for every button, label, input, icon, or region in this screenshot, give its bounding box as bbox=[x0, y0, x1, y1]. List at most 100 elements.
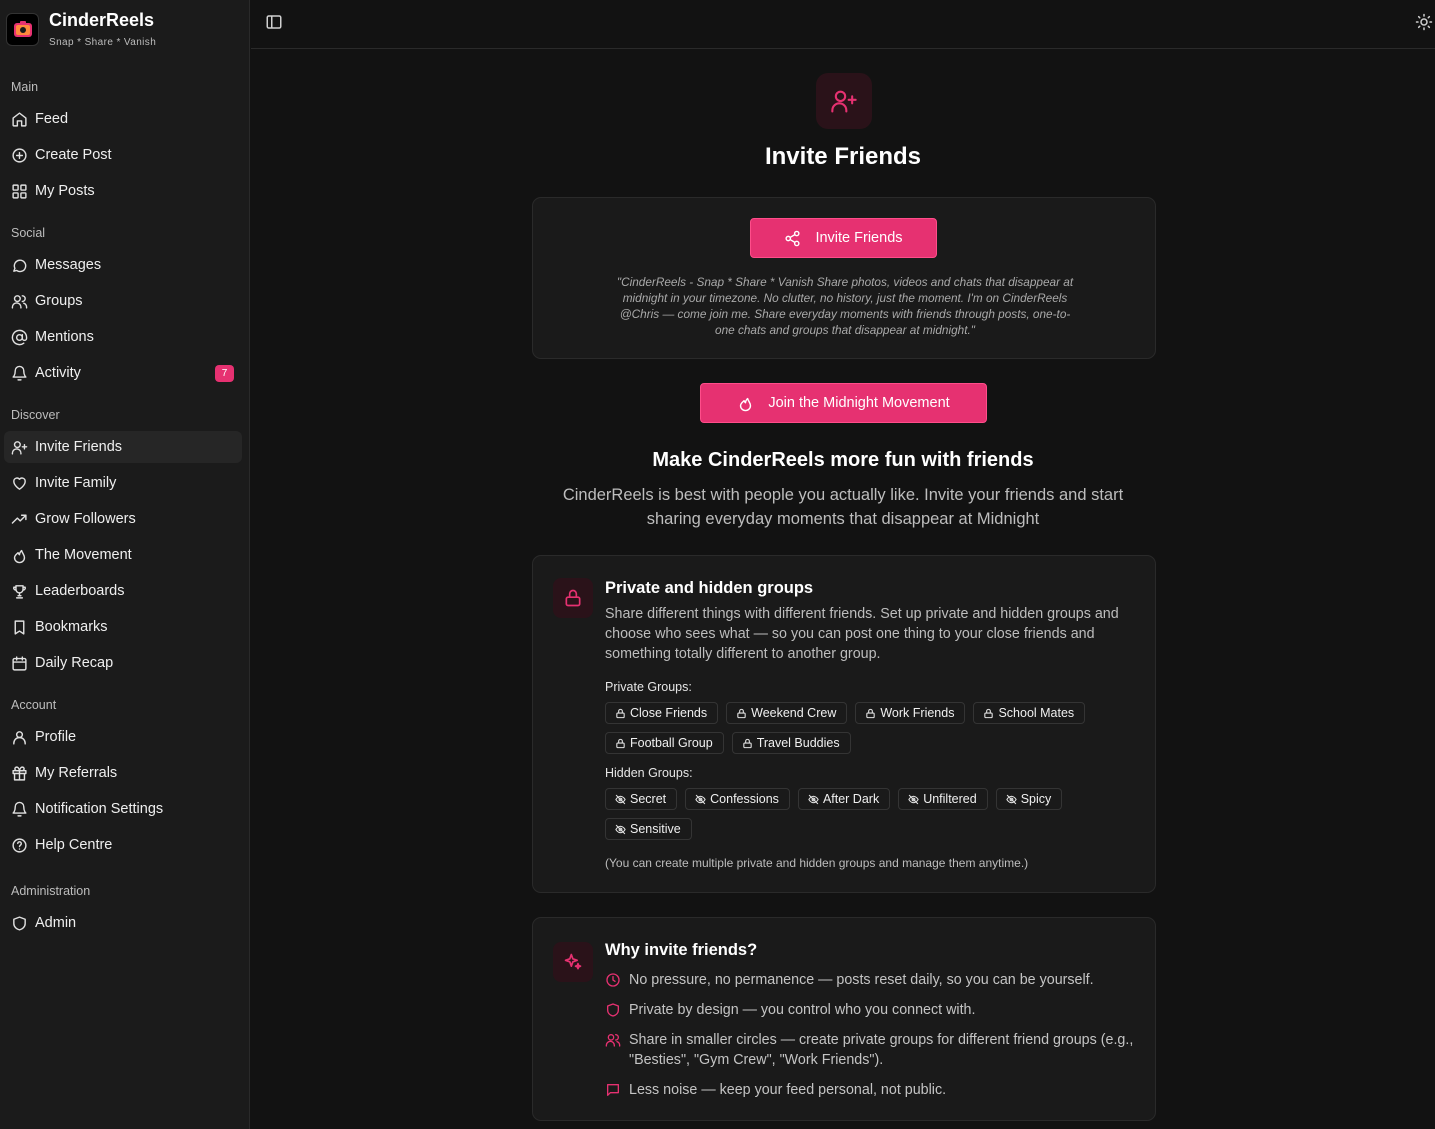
chip-label: Sensitive bbox=[630, 822, 681, 836]
private-group-chip[interactable]: Football Group bbox=[605, 732, 724, 754]
lock-icon bbox=[984, 708, 994, 718]
hidden-group-chip[interactable]: Sensitive bbox=[605, 818, 692, 840]
sidebar-item-label: The Movement bbox=[35, 547, 132, 563]
logo bbox=[6, 13, 39, 46]
private-group-chip[interactable]: Close Friends bbox=[605, 702, 719, 724]
page-title: Invite Friends bbox=[764, 143, 922, 170]
sidebar-item-the-movement[interactable]: The Movement bbox=[4, 539, 242, 571]
sidebar-item-help-centre[interactable]: Help Centre bbox=[4, 829, 242, 861]
chip-label: Weekend Crew bbox=[751, 706, 837, 720]
sidebar-item-label: Messages bbox=[35, 257, 102, 273]
invite-message: "CinderReels - Snap * Share * Vanish Sha… bbox=[616, 275, 1074, 337]
sidebar-toggle-button[interactable] bbox=[265, 13, 283, 31]
sidebar-item-label: Admin bbox=[35, 915, 77, 931]
hidden-group-chip[interactable]: Spicy bbox=[995, 788, 1063, 810]
private-group-chip[interactable]: Work Friends bbox=[855, 702, 966, 724]
sidebar-item-feed[interactable]: Feed bbox=[4, 103, 242, 135]
plus-circle-icon bbox=[12, 147, 27, 163]
sun-icon bbox=[1415, 13, 1433, 31]
main-content: Invite Friends Invite Friends "CinderRee… bbox=[251, 49, 1435, 1129]
why-list: No pressure, no permanence — posts reset… bbox=[605, 970, 1145, 1110]
invite-friends-button-label: Invite Friends bbox=[815, 230, 903, 246]
brand[interactable]: CinderReels Snap * Share * Vanish bbox=[6, 10, 156, 48]
sidebar-item-label: Invite Family bbox=[35, 475, 117, 491]
invite-friends-button[interactable]: Invite Friends bbox=[750, 218, 937, 258]
groups-card-description: Share different things with different fr… bbox=[605, 606, 1119, 662]
hidden-group-chip[interactable]: Unfiltered bbox=[898, 788, 988, 810]
heart-icon bbox=[13, 476, 26, 490]
sidebar-item-grow-followers[interactable]: Grow Followers bbox=[4, 503, 242, 535]
section-title-social: Social bbox=[11, 226, 46, 240]
user-plus-icon bbox=[831, 90, 857, 113]
sidebar-item-groups[interactable]: Groups bbox=[4, 285, 242, 317]
grid-icon bbox=[12, 183, 27, 199]
activity-count-badge: 7 bbox=[215, 365, 234, 382]
sidebar: CinderReels Snap * Share * Vanish Main F… bbox=[0, 0, 250, 1129]
section-title-account: Account bbox=[11, 698, 57, 712]
sidebar-item-label: Leaderboards bbox=[35, 583, 125, 599]
users-icon bbox=[11, 294, 28, 309]
chip-label: Work Friends bbox=[880, 706, 955, 720]
flame-icon bbox=[740, 397, 752, 411]
sidebar-item-label: Invite Friends bbox=[35, 439, 123, 455]
topbar bbox=[251, 0, 1435, 49]
list-item: Private by design — you control who you … bbox=[605, 1000, 1145, 1020]
sidebar-item-daily-recap[interactable]: Daily Recap bbox=[4, 647, 242, 679]
hidden-groups-label: Hidden Groups: bbox=[605, 766, 693, 780]
calendar-icon bbox=[12, 655, 27, 671]
why-item-text: Share in smaller circles — create privat… bbox=[629, 1032, 1134, 1068]
section-description: CinderReels is best with people you actu… bbox=[562, 486, 1124, 528]
why-card-icon-box bbox=[553, 942, 593, 982]
hidden-groups-list: Secret Confessions After Dark Unfiltered… bbox=[605, 788, 1145, 840]
sidebar-item-messages[interactable]: Messages bbox=[4, 249, 242, 281]
hidden-group-chip[interactable]: Secret bbox=[605, 788, 678, 810]
sidebar-item-notification-settings[interactable]: Notification Settings bbox=[4, 793, 242, 825]
eye-off-icon bbox=[695, 794, 706, 804]
section-title-administration: Administration bbox=[11, 884, 91, 898]
users-icon bbox=[605, 1034, 621, 1047]
eye-off-icon bbox=[615, 824, 626, 834]
sidebar-item-create-post[interactable]: Create Post bbox=[4, 139, 242, 171]
join-movement-button[interactable]: Join the Midnight Movement bbox=[700, 383, 987, 423]
chip-label: Spicy bbox=[1020, 792, 1052, 806]
sidebar-item-admin[interactable]: Admin bbox=[4, 907, 242, 939]
sidebar-item-label: Daily Recap bbox=[35, 655, 114, 671]
hidden-group-chip[interactable]: After Dark bbox=[797, 788, 891, 810]
sidebar-item-label: Notification Settings bbox=[35, 801, 164, 817]
private-group-chip[interactable]: Weekend Crew bbox=[726, 702, 848, 724]
user-plus-icon bbox=[11, 440, 28, 455]
gift-icon bbox=[12, 765, 27, 781]
lock-icon bbox=[742, 738, 752, 748]
private-group-chip[interactable]: Travel Buddies bbox=[731, 732, 851, 754]
eye-off-icon bbox=[615, 794, 626, 804]
sidebar-item-bookmarks[interactable]: Bookmarks bbox=[4, 611, 242, 643]
sidebar-item-my-referrals[interactable]: My Referrals bbox=[4, 757, 242, 789]
sidebar-item-invite-family[interactable]: Invite Family bbox=[4, 467, 242, 499]
sidebar-item-leaderboards[interactable]: Leaderboards bbox=[4, 575, 242, 607]
section-heading: Make CinderReels more fun with friends bbox=[652, 449, 1034, 471]
sidebar-item-label: My Posts bbox=[35, 183, 95, 199]
sidebar-item-invite-friends[interactable]: Invite Friends bbox=[4, 431, 242, 463]
chip-label: Confessions bbox=[710, 792, 779, 806]
private-groups-label: Private Groups: bbox=[605, 680, 692, 694]
join-movement-button-label: Join the Midnight Movement bbox=[768, 395, 950, 411]
sidebar-item-label: Grow Followers bbox=[35, 511, 136, 527]
chip-label: Unfiltered bbox=[923, 792, 977, 806]
sidebar-item-activity[interactable]: Activity 7 bbox=[4, 357, 242, 389]
groups-note: (You can create multiple private and hid… bbox=[605, 856, 1029, 870]
brand-name: CinderReels bbox=[49, 10, 155, 30]
theme-toggle-button[interactable] bbox=[1415, 13, 1433, 31]
section-title-discover: Discover bbox=[11, 408, 60, 422]
sidebar-item-mentions[interactable]: Mentions bbox=[4, 321, 242, 353]
lock-icon bbox=[737, 708, 746, 718]
share-icon bbox=[785, 230, 801, 246]
hidden-group-chip[interactable]: Confessions bbox=[685, 788, 790, 810]
user-icon bbox=[13, 730, 26, 745]
sidebar-item-profile[interactable]: Profile bbox=[4, 721, 242, 753]
chip-label: After Dark bbox=[822, 792, 880, 806]
shield-icon bbox=[13, 915, 26, 931]
invite-card: Invite Friends "CinderReels - Snap * Sha… bbox=[532, 197, 1156, 359]
sidebar-item-my-posts[interactable]: My Posts bbox=[4, 175, 242, 207]
groups-card-title: Private and hidden groups bbox=[605, 579, 814, 597]
private-group-chip[interactable]: School Mates bbox=[973, 702, 1086, 724]
